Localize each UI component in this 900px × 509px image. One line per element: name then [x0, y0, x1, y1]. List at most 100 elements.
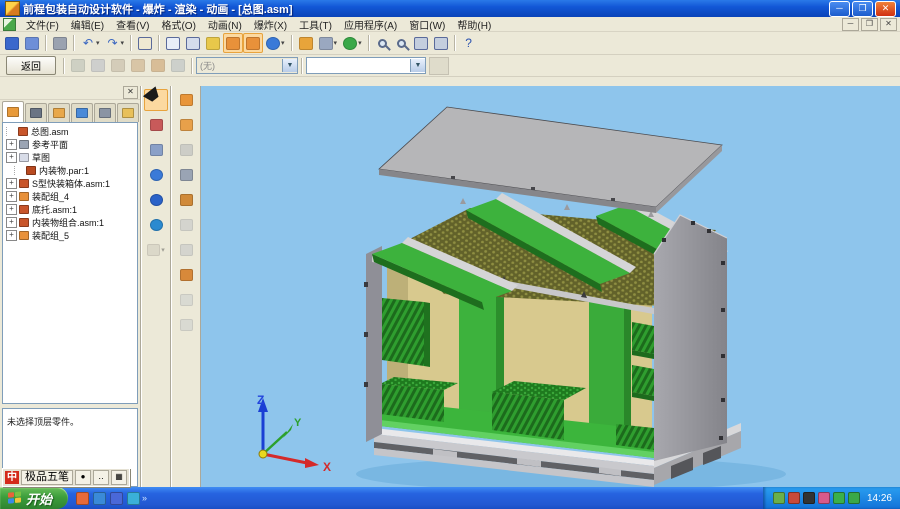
view-orientation-icon-button[interactable]: ▾ [263, 33, 288, 53]
animation-combo[interactable]: ▼ [306, 57, 426, 74]
collapse-icon-button[interactable] [174, 264, 198, 286]
back-button[interactable]: 返回 [6, 56, 56, 75]
family-of-assemblies-tab[interactable] [48, 103, 70, 122]
chevron-down-icon[interactable]: ▼ [410, 59, 425, 72]
tree-item[interactable]: +装配组_5 [3, 229, 137, 242]
shaded-view-icon-button[interactable] [223, 33, 243, 53]
save-as-icon-button[interactable] [22, 33, 42, 53]
tree-item[interactable]: 总图.asm [3, 125, 137, 138]
select-tool-icon-button[interactable] [144, 89, 168, 111]
ime-punctuation-icon[interactable]: ‥ [93, 470, 109, 485]
menu-item-1[interactable]: 文件(F) [20, 17, 65, 32]
msn-icon[interactable] [110, 492, 123, 505]
undo-icon-button[interactable]: ↶▾ [78, 33, 103, 53]
pan-view-icon-button[interactable] [431, 33, 451, 53]
child-close-button[interactable]: ✕ [880, 18, 897, 31]
auto-explode-icon-button[interactable] [174, 89, 198, 111]
menu-item-2[interactable]: 编辑(E) [65, 17, 110, 32]
ime-symbols[interactable]: ● [75, 470, 91, 485]
menu-item-8[interactable]: 应用程序(A) [338, 17, 403, 32]
menu-item-4[interactable]: 格式(O) [155, 17, 201, 32]
minimize-button[interactable]: ─ [829, 1, 850, 17]
tree-item[interactable]: +S型快装箱体.asm:1 [3, 177, 137, 190]
sensors-tab[interactable] [94, 103, 116, 122]
expand-icon[interactable]: + [6, 230, 17, 241]
ime-keyboard-icon[interactable]: ▦ [111, 470, 127, 485]
render-scene-icon-button[interactable] [144, 164, 168, 186]
pathfinder-tab[interactable] [2, 101, 24, 122]
render-session-icon-button[interactable] [144, 189, 168, 211]
display-settings-icon-button[interactable]: ▾ [316, 33, 341, 53]
menu-item-5[interactable]: 动画(N) [202, 17, 248, 32]
close-icon[interactable]: ✕ [123, 86, 138, 99]
menu-item-9[interactable]: 窗口(W) [403, 17, 451, 32]
redo-icon-button[interactable]: ↷▾ [103, 33, 128, 53]
display-settings-icon-dropdown[interactable]: ▾ [334, 39, 338, 47]
menu-item-7[interactable]: 工具(T) [293, 17, 338, 32]
wall-comb-tab[interactable] [632, 322, 654, 354]
tree-item[interactable]: +参考平面 [3, 138, 137, 151]
right-wall-panel[interactable] [654, 215, 727, 461]
menu-item-3[interactable]: 查看(V) [110, 17, 155, 32]
explode-icon-button[interactable] [174, 114, 198, 136]
network-places-icon[interactable] [127, 492, 140, 505]
save-icon-button[interactable] [2, 33, 22, 53]
fit-view-icon-button[interactable] [411, 33, 431, 53]
refresh-view-icon-button[interactable]: ▾ [340, 33, 365, 53]
animation-player-icon-button[interactable] [144, 214, 168, 236]
antivirus-shield-icon[interactable] [848, 492, 860, 504]
help-tab[interactable] [117, 103, 139, 122]
menu-item-10[interactable]: 帮助(H) [451, 17, 497, 32]
child-minimize-button[interactable]: ─ [842, 18, 859, 31]
close-button[interactable]: ✕ [875, 1, 896, 17]
tree-item[interactable]: +装配组_4 [3, 190, 137, 203]
refresh-view-icon-dropdown[interactable]: ▾ [358, 39, 362, 47]
tree-item[interactable]: +内装物组合.asm:1 [3, 216, 137, 229]
ime-language-icon[interactable]: 中 [5, 471, 19, 484]
print-icon-button[interactable] [50, 33, 70, 53]
ime-name[interactable]: 极品五笔 [21, 470, 73, 485]
expand-icon[interactable]: + [6, 191, 17, 202]
insert-object-icon-button[interactable] [135, 33, 155, 53]
parts-library-tab[interactable] [25, 103, 47, 122]
expand-icon[interactable]: + [6, 217, 17, 228]
shaded-edges-view-icon-button[interactable] [243, 33, 263, 53]
lid-panel[interactable] [379, 107, 722, 213]
expand-icon[interactable]: + [6, 139, 17, 150]
highlight-view-icon-button[interactable] [203, 33, 223, 53]
expand-icon[interactable]: + [6, 178, 17, 189]
left-wall-panel[interactable] [364, 246, 382, 442]
qq-icon[interactable] [803, 492, 815, 504]
hidden-edge-view-icon-button[interactable] [183, 33, 203, 53]
erase-tool-icon-button[interactable] [144, 139, 168, 161]
flow-lines-icon-button[interactable] [174, 164, 198, 186]
view-orientation-icon-dropdown[interactable]: ▾ [281, 39, 285, 47]
live-update-icon[interactable] [833, 492, 845, 504]
media-player-icon[interactable] [76, 492, 89, 505]
wireframe-view-icon-button[interactable] [163, 33, 183, 53]
ime-toolbar[interactable]: 中 极品五笔 ● ‥ ▦ [2, 468, 130, 487]
quick-launch-overflow[interactable]: » [142, 493, 147, 503]
tree-item[interactable]: +草图 [3, 151, 137, 164]
restore-button[interactable]: ❐ [852, 1, 873, 17]
tree-item[interactable]: 内装物.par:1 [3, 164, 137, 177]
menu-item-6[interactable]: 爆炸(X) [248, 17, 293, 32]
wall-comb-tab[interactable] [632, 365, 654, 396]
modify-flow-icon-button[interactable] [174, 189, 198, 211]
zoom-area-icon-button[interactable] [373, 33, 392, 53]
left-comb-block[interactable] [382, 298, 424, 366]
tree-item[interactable]: +底托.asm:1 [3, 203, 137, 216]
undo-icon-dropdown[interactable]: ▾ [96, 39, 100, 47]
dimension-tool-icon-button[interactable] [144, 114, 168, 136]
layers-tab[interactable] [71, 103, 93, 122]
zoom-icon-button[interactable] [392, 33, 411, 53]
child-restore-button[interactable]: ❐ [861, 18, 878, 31]
security-center-icon[interactable] [818, 492, 830, 504]
redo-icon-dropdown[interactable]: ▾ [121, 39, 125, 47]
network-offline-icon[interactable] [788, 492, 800, 504]
help-pointer-icon-button[interactable]: ? [459, 33, 479, 53]
model-viewport[interactable]: Z Y X [201, 86, 900, 489]
expand-icon[interactable]: + [6, 204, 17, 215]
user-online-icon[interactable] [773, 492, 785, 504]
internet-explorer-icon[interactable] [93, 492, 106, 505]
